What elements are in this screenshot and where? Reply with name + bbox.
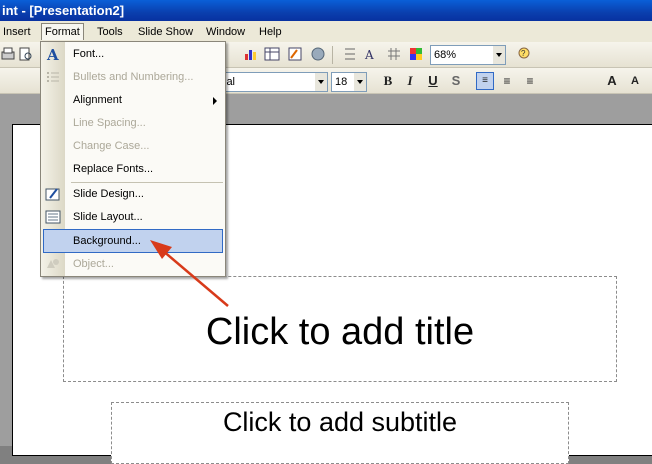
menu-item-slide-layout[interactable]: Slide Layout... [41,206,225,228]
show-grid-icon[interactable] [386,46,402,62]
menu-item-object: Object... [41,253,225,275]
object-icon [47,259,59,268]
insert-diagram-icon[interactable] [310,46,326,62]
insert-table-icon[interactable] [264,46,280,62]
menu-item-background[interactable]: Background... [43,229,223,253]
menu-item-line-spacing: Line Spacing... [41,112,225,134]
color-grayscale-icon[interactable] [408,46,424,62]
submenu-arrow-icon [213,97,217,105]
zoom-value: 68% [434,49,457,61]
show-formatting-icon[interactable]: A [364,46,380,62]
slide-design-icon [45,188,60,201]
tables-borders-icon[interactable] [287,46,303,62]
menu-item-label: Font... [73,48,105,60]
menu-item-label: Alignment [73,94,122,106]
svg-text:A: A [46,46,59,62]
shadow-icon[interactable]: S [447,72,465,90]
menu-format[interactable]: Format [41,23,84,40]
menu-item-replace-fonts[interactable]: Replace Fonts... [41,158,225,180]
align-left-icon[interactable]: ≡ [476,72,494,90]
chevron-down-icon[interactable] [354,73,366,91]
expand-all-icon[interactable] [342,46,358,62]
chevron-down-icon[interactable] [315,73,327,91]
menu-help[interactable]: Help [256,24,285,40]
menu-item-label: Change Case... [73,140,150,152]
help-assistant-icon[interactable]: ? [516,46,532,62]
font-name-combo[interactable]: ial [220,72,328,92]
menu-item-label: Background... [73,235,141,247]
menu-item-slide-design[interactable]: Slide Design... [41,183,225,205]
font-size-value: 18 [335,76,348,88]
menu-item-label: Slide Layout... [73,211,143,223]
menu-item-label: Bullets and Numbering... [73,71,194,83]
subtitle-placeholder-text: Click to add subtitle [222,407,458,437]
chevron-down-icon[interactable] [493,46,505,64]
menu-item-label: Object... [73,258,114,270]
italic-icon[interactable]: I [401,72,419,90]
font-size-combo[interactable]: 18 [331,72,367,92]
menu-item-label: Line Spacing... [73,117,146,129]
align-center-icon[interactable]: ≡ [498,72,516,90]
menu-window[interactable]: Window [203,24,248,40]
subtitle-placeholder[interactable]: Click to add subtitle [111,402,569,464]
increase-font-size-icon[interactable]: A [603,72,621,90]
menu-insert[interactable]: Insert [0,24,34,40]
menu-bar: Insert Format Tools Slide Show Window He… [0,21,652,42]
menu-item-change-case: Change Case... [41,135,225,157]
menu-item-label: Slide Design... [73,188,144,200]
print-icon[interactable] [0,46,16,62]
decrease-font-size-icon[interactable]: A [626,72,644,90]
title-placeholder-text: Click to add title [205,311,475,353]
menu-tools[interactable]: Tools [94,24,126,40]
svg-text:?: ? [521,49,526,58]
window-title-bar: int - [Presentation2] [0,0,652,21]
align-right-icon[interactable]: ≡ [521,72,539,90]
window-title: int - [Presentation2] [2,3,125,18]
title-placeholder[interactable]: Click to add title [63,276,617,382]
print-preview-icon[interactable] [18,46,34,62]
zoom-combo[interactable]: 68% [430,45,506,65]
menu-item-bullets-numbering: Bullets and Numbering... [41,66,225,88]
toolbar-separator [332,46,333,64]
format-menu-dropdown: A Font... Bullets and Numbering... Align… [40,41,226,277]
slide-layout-icon [45,210,61,224]
bullets-icon [47,72,59,82]
bold-icon[interactable]: B [379,72,397,90]
insert-chart-icon[interactable] [243,46,259,62]
font-a-icon: A [46,46,59,62]
menu-item-label: Replace Fonts... [73,163,154,175]
underline-icon[interactable]: U [424,72,442,90]
svg-text:A: A [364,48,374,62]
menu-item-alignment[interactable]: Alignment [41,89,225,111]
menu-item-font[interactable]: A Font... [41,43,225,65]
menu-slide-show[interactable]: Slide Show [135,24,196,40]
